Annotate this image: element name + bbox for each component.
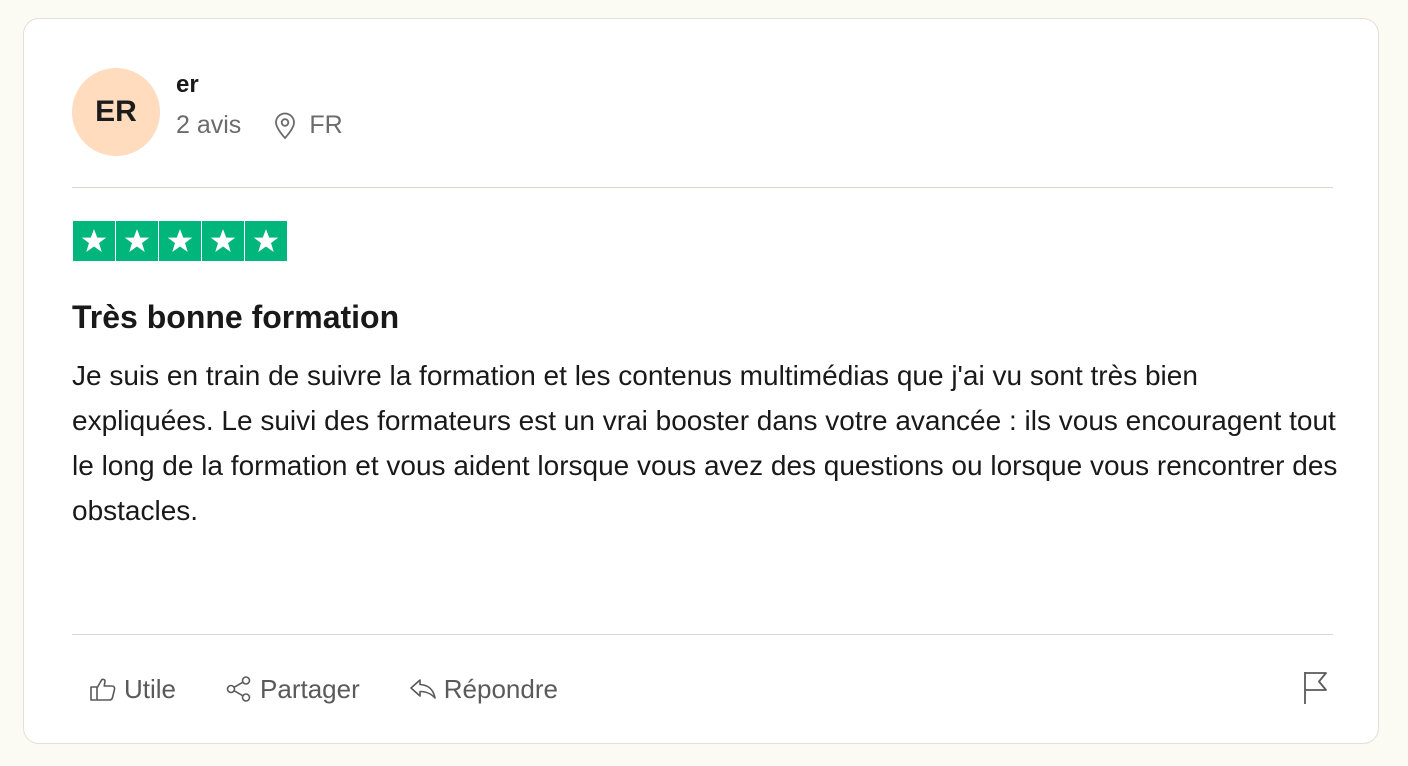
reviewer-country: FR [309, 111, 343, 139]
reviewer-location: FR [273, 111, 343, 140]
report-button[interactable] [1300, 669, 1330, 712]
review-title[interactable]: Très bonne formation [72, 297, 399, 337]
star-3 [159, 221, 201, 261]
review-card: ER er 2 avis FR Très bonne formation Je … [23, 18, 1379, 744]
star-4 [202, 221, 244, 261]
star-icon [124, 229, 150, 252]
reply-label: Répondre [443, 673, 558, 704]
share-icon [226, 676, 251, 702]
useful-button[interactable]: Utile [88, 674, 176, 705]
star-icon [253, 229, 279, 252]
reviewer-meta: 2 avis FR [176, 111, 343, 140]
review-actions: Utile Partager Répondre [88, 667, 606, 711]
star-2 [116, 221, 158, 261]
useful-label: Utile [124, 673, 177, 704]
avatar[interactable]: ER [72, 68, 160, 156]
header-divider [72, 187, 1333, 188]
flag-icon [1304, 672, 1327, 704]
thumbs-up-icon [90, 678, 116, 701]
star-1 [73, 221, 115, 261]
reply-button[interactable]: Répondre [408, 674, 558, 705]
reviewer-name[interactable]: er [176, 70, 343, 100]
share-button[interactable]: Partager [224, 674, 360, 705]
star-icon [210, 229, 236, 252]
star-5 [245, 221, 287, 261]
location-pin-icon [275, 112, 296, 139]
footer-divider [72, 634, 1333, 635]
review-count: 2 avis [176, 111, 242, 139]
reviewer-info: er 2 avis FR [176, 71, 343, 140]
reviewer-header: ER er 2 avis FR [72, 67, 343, 157]
star-icon [81, 229, 107, 252]
star-icon [167, 229, 193, 252]
share-label: Partager [260, 673, 360, 704]
review-body: Je suis en train de suivre la formation … [72, 360, 1338, 526]
star-rating [73, 221, 287, 261]
reply-icon [409, 679, 436, 699]
